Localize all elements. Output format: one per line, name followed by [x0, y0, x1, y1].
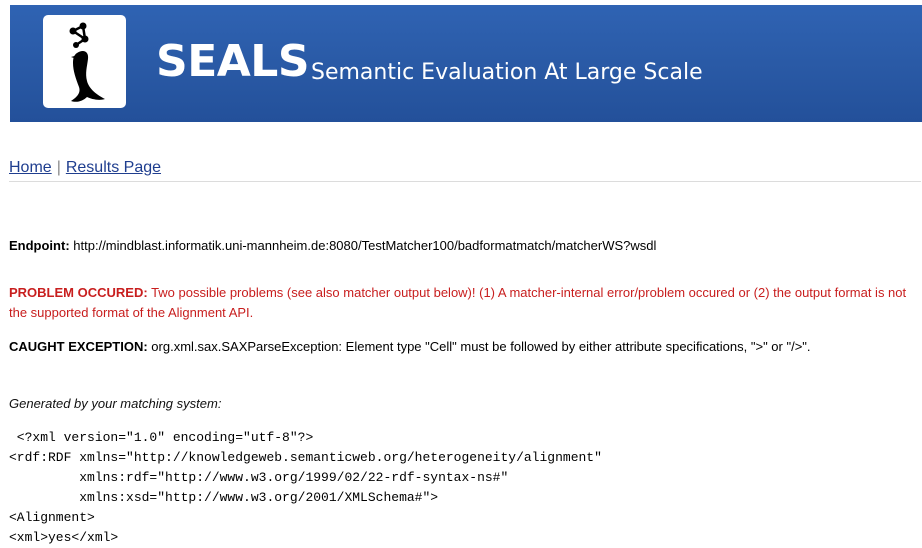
endpoint-line: Endpoint: http://mindblast.informatik.un…	[9, 236, 914, 256]
problem-message: PROBLEM OCCURED: Two possible problems (…	[9, 283, 914, 323]
generated-label: Generated by your matching system:	[9, 396, 222, 411]
exception-label: CAUGHT EXCEPTION:	[9, 339, 148, 354]
exception-message: CAUGHT EXCEPTION: org.xml.sax.SAXParseEx…	[9, 337, 914, 357]
seals-logo	[43, 15, 126, 108]
nav-divider	[9, 181, 921, 182]
problem-label: PROBLEM OCCURED:	[9, 285, 148, 300]
matcher-output-xml: <?xml version="1.0" encoding="utf-8"?> <…	[9, 430, 602, 545]
brand-name: SEALS	[156, 36, 310, 87]
home-link[interactable]: Home	[9, 159, 52, 176]
endpoint-url: http://mindblast.informatik.uni-mannheim…	[73, 238, 657, 253]
endpoint-label: Endpoint:	[9, 238, 70, 253]
results-page-link[interactable]: Results Page	[66, 159, 161, 176]
exception-text: org.xml.sax.SAXParseException: Element t…	[151, 339, 811, 354]
top-nav: Home | Results Page	[9, 157, 161, 179]
nav-separator: |	[56, 159, 61, 176]
header-banner: SEALS Semantic Evaluation At Large Scale	[10, 5, 922, 122]
seal-with-network-ball-icon	[69, 22, 105, 102]
brand-tagline: Semantic Evaluation At Large Scale	[311, 60, 703, 85]
